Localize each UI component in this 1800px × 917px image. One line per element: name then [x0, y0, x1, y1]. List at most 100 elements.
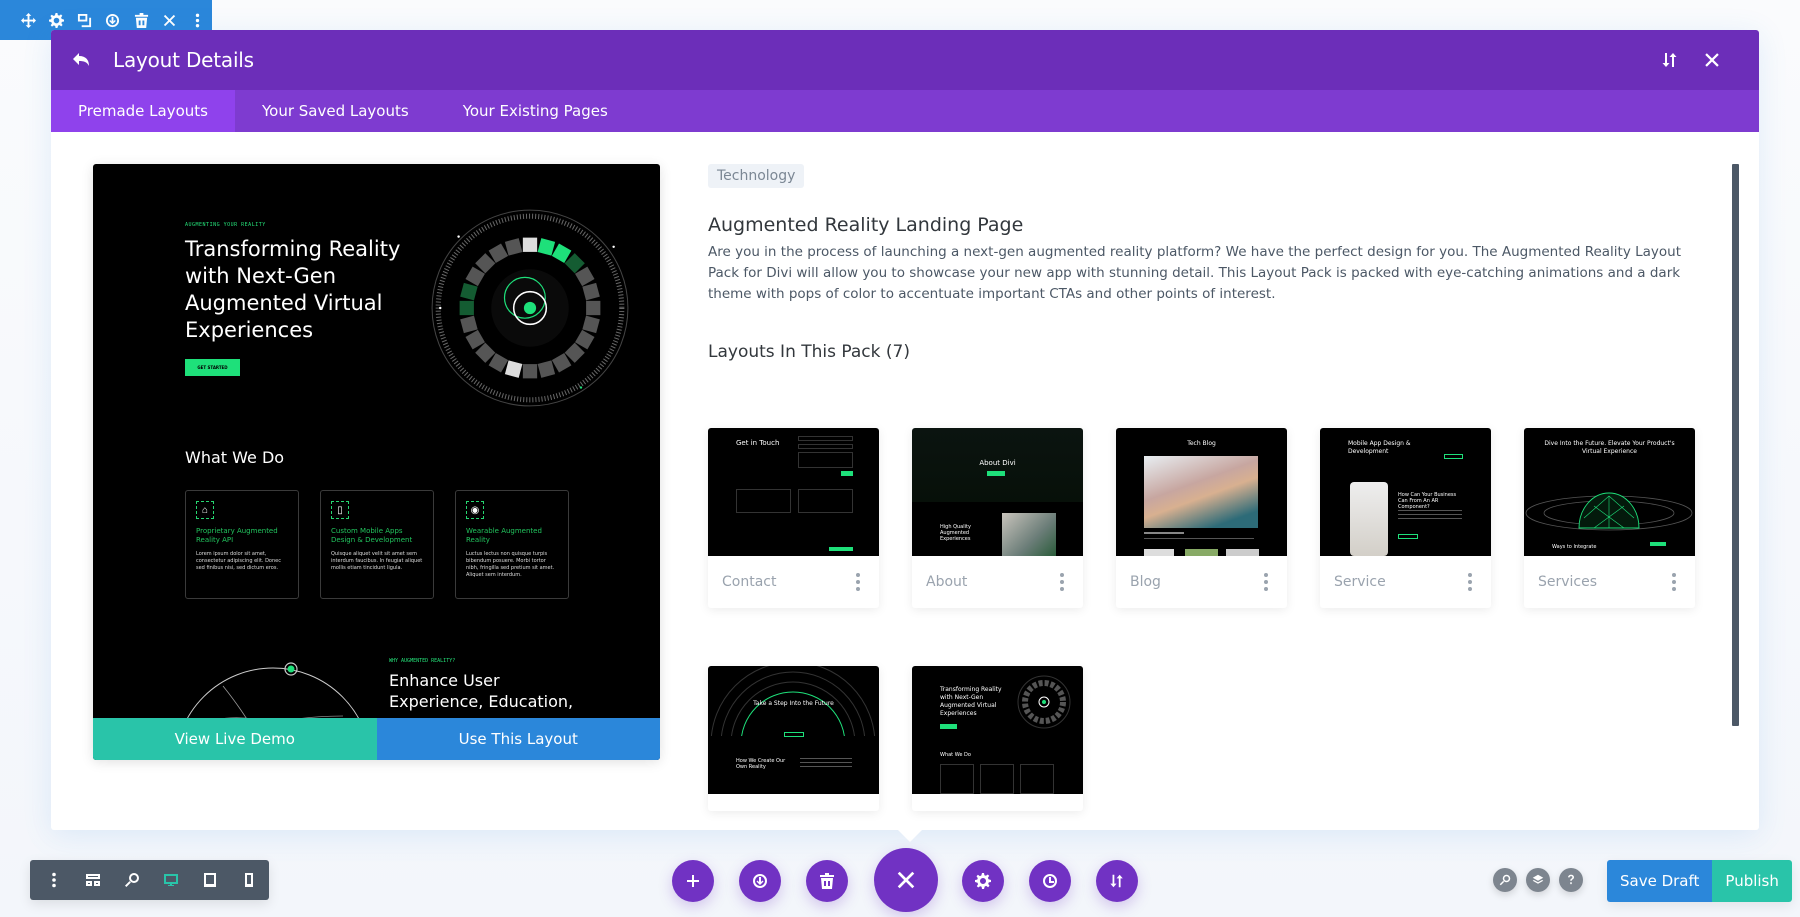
- ring-segment: [522, 364, 538, 379]
- desktop-view-button[interactable]: [152, 860, 191, 900]
- layout-thumbnail: Tech Blog: [1116, 428, 1287, 556]
- layout-preview: AUGMENTING YOUR REALITY Transforming Rea…: [93, 164, 660, 760]
- tab-your-saved-layouts[interactable]: Your Saved Layouts: [235, 90, 436, 132]
- thumb-title: Dive Into the Future. Elevate Your Produ…: [1544, 440, 1675, 455]
- publish-button[interactable]: Publish: [1712, 860, 1792, 902]
- more-options-icon[interactable]: [1055, 572, 1069, 592]
- thumb-subtitle: What We Do: [940, 752, 971, 758]
- preview-cta: GET STARTED: [185, 359, 240, 376]
- ring-segment: [459, 300, 474, 316]
- back-arrow-icon: [73, 53, 89, 66]
- delete-icon: [820, 873, 834, 889]
- zoom-icon: [124, 873, 139, 887]
- sort-button[interactable]: [1649, 30, 1691, 90]
- thumb-subtitle: How We Create Our Own Reality: [736, 758, 786, 770]
- phone-icon: [245, 873, 254, 887]
- close-icon: [897, 871, 915, 889]
- move-icon[interactable]: [14, 0, 42, 40]
- layout-details-modal: Layout Details Premade Layouts Your Save…: [51, 30, 1759, 830]
- preview-card-body: Lorem ipsum dolor sit amet, consectetur …: [196, 551, 281, 571]
- more-options-icon[interactable]: [851, 572, 865, 592]
- ring-segment: [586, 300, 601, 316]
- add-button[interactable]: [672, 860, 714, 902]
- layout-details: Technology Augmented Reality Landing Pag…: [708, 164, 1708, 362]
- layout-thumbnail: Transforming Reality with Next-Gen Augme…: [912, 666, 1083, 794]
- modal-header: Layout Details: [51, 30, 1759, 90]
- layout-card-landing-alt[interactable]: Take a Step Into the Future How We Creat…: [708, 666, 879, 811]
- settings-icon: [975, 873, 991, 889]
- thumb-title: Transforming Reality with Next-Gen Augme…: [940, 686, 1002, 717]
- layout-card-blog[interactable]: Tech Blog Blog: [1116, 428, 1287, 608]
- back-button[interactable]: [51, 30, 111, 90]
- tablet-icon: [204, 873, 217, 887]
- more-options-icon[interactable]: [1667, 572, 1681, 592]
- layout-name: About: [926, 574, 968, 590]
- tablet-view-button[interactable]: [191, 860, 230, 900]
- preview-card-title: Custom Mobile Apps Design & Development: [331, 527, 413, 544]
- search-icon: [1499, 874, 1511, 886]
- preview-card-title: Wearable Augmented Reality: [466, 527, 542, 544]
- ring-segment: [537, 360, 556, 378]
- modal-title: Layout Details: [113, 48, 254, 72]
- thumb-subtitle: Ways to Integrate: [1552, 544, 1597, 550]
- save-to-library-icon: [753, 874, 767, 888]
- layout-card-about[interactable]: About Divi High Quality Augmented Experi…: [912, 428, 1083, 608]
- save-to-library-button[interactable]: [739, 860, 781, 902]
- preview-card-title: Proprietary Augmented Reality API: [196, 527, 278, 544]
- layers-button[interactable]: [1526, 868, 1550, 892]
- save-draft-button[interactable]: Save Draft: [1607, 860, 1713, 902]
- layout-card-services[interactable]: Dive Into the Future. Elevate Your Produ…: [1524, 428, 1695, 608]
- layout-thumbnail: Take a Step Into the Future How We Creat…: [708, 666, 879, 794]
- settings-button[interactable]: [962, 860, 1004, 902]
- add-icon: [687, 875, 699, 887]
- wireframe-view-button[interactable]: [73, 860, 112, 900]
- category-tag[interactable]: Technology: [708, 164, 805, 188]
- history-button[interactable]: [1029, 860, 1071, 902]
- search-button[interactable]: [1493, 868, 1517, 892]
- sort-icon: [1110, 874, 1123, 888]
- more-options-icon[interactable]: [1463, 572, 1477, 592]
- layout-name: Services: [1538, 574, 1598, 590]
- thumb-title: Take a Step Into the Future: [753, 700, 834, 707]
- preview-actions: View Live Demo Use This Layout: [93, 718, 660, 760]
- scrollbar[interactable]: [1732, 164, 1739, 726]
- tab-your-existing-pages[interactable]: Your Existing Pages: [436, 90, 635, 132]
- tab-premade-layouts[interactable]: Premade Layouts: [51, 90, 235, 132]
- layout-card-footer: About: [912, 556, 1083, 608]
- layout-thumbnail: About Divi High Quality Augmented Experi…: [912, 428, 1083, 556]
- preview-eyebrow-2: WHY AUGMENTED REALITY?: [389, 658, 456, 664]
- layout-card-footer: Blog: [1116, 556, 1287, 608]
- modal-tabs: Premade Layouts Your Saved Layouts Your …: [51, 90, 1759, 132]
- layout-card-footer: Service: [1320, 556, 1491, 608]
- layout-card-service[interactable]: Mobile App Design & Development How Can …: [1320, 428, 1491, 608]
- more-options-button[interactable]: [34, 860, 73, 900]
- preview-section2-title: Enhance User Experience, Education,: [389, 671, 574, 711]
- layout-card-home[interactable]: Transforming Reality with Next-Gen Augme…: [912, 666, 1083, 811]
- close-actions-button[interactable]: [874, 848, 938, 912]
- layers-icon: [1532, 874, 1544, 884]
- ring-segment: [537, 238, 556, 256]
- help-button[interactable]: [1559, 868, 1583, 892]
- delete-button[interactable]: [806, 860, 848, 902]
- more-options-icon[interactable]: [1259, 572, 1273, 592]
- thumb-title: Mobile App Design & Development: [1348, 440, 1411, 455]
- layout-card-contact[interactable]: Get in Touch Contact: [708, 428, 879, 608]
- ring-segment: [504, 360, 523, 378]
- layout-card-footer: Contact: [708, 556, 879, 608]
- layout-name: Service: [1334, 574, 1386, 590]
- help-icon: [1568, 874, 1574, 885]
- phone-view-button[interactable]: [230, 860, 269, 900]
- sort-icon: [1662, 53, 1677, 67]
- use-this-layout-button[interactable]: Use This Layout: [376, 718, 660, 760]
- thumb-title: Tech Blog: [1187, 440, 1216, 447]
- history-icon: [1043, 874, 1057, 888]
- ring-segment: [504, 238, 523, 256]
- layout-thumbnail: Dive Into the Future. Elevate Your Produ…: [1524, 428, 1695, 556]
- modal-close-button[interactable]: [1691, 30, 1733, 90]
- ar-api-icon: ⌂: [196, 501, 214, 519]
- portability-button[interactable]: [1096, 860, 1138, 902]
- ring-segment: [582, 315, 600, 334]
- view-live-demo-button[interactable]: View Live Demo: [93, 718, 377, 760]
- zoom-button[interactable]: [112, 860, 151, 900]
- layout-name: Blog: [1130, 574, 1161, 590]
